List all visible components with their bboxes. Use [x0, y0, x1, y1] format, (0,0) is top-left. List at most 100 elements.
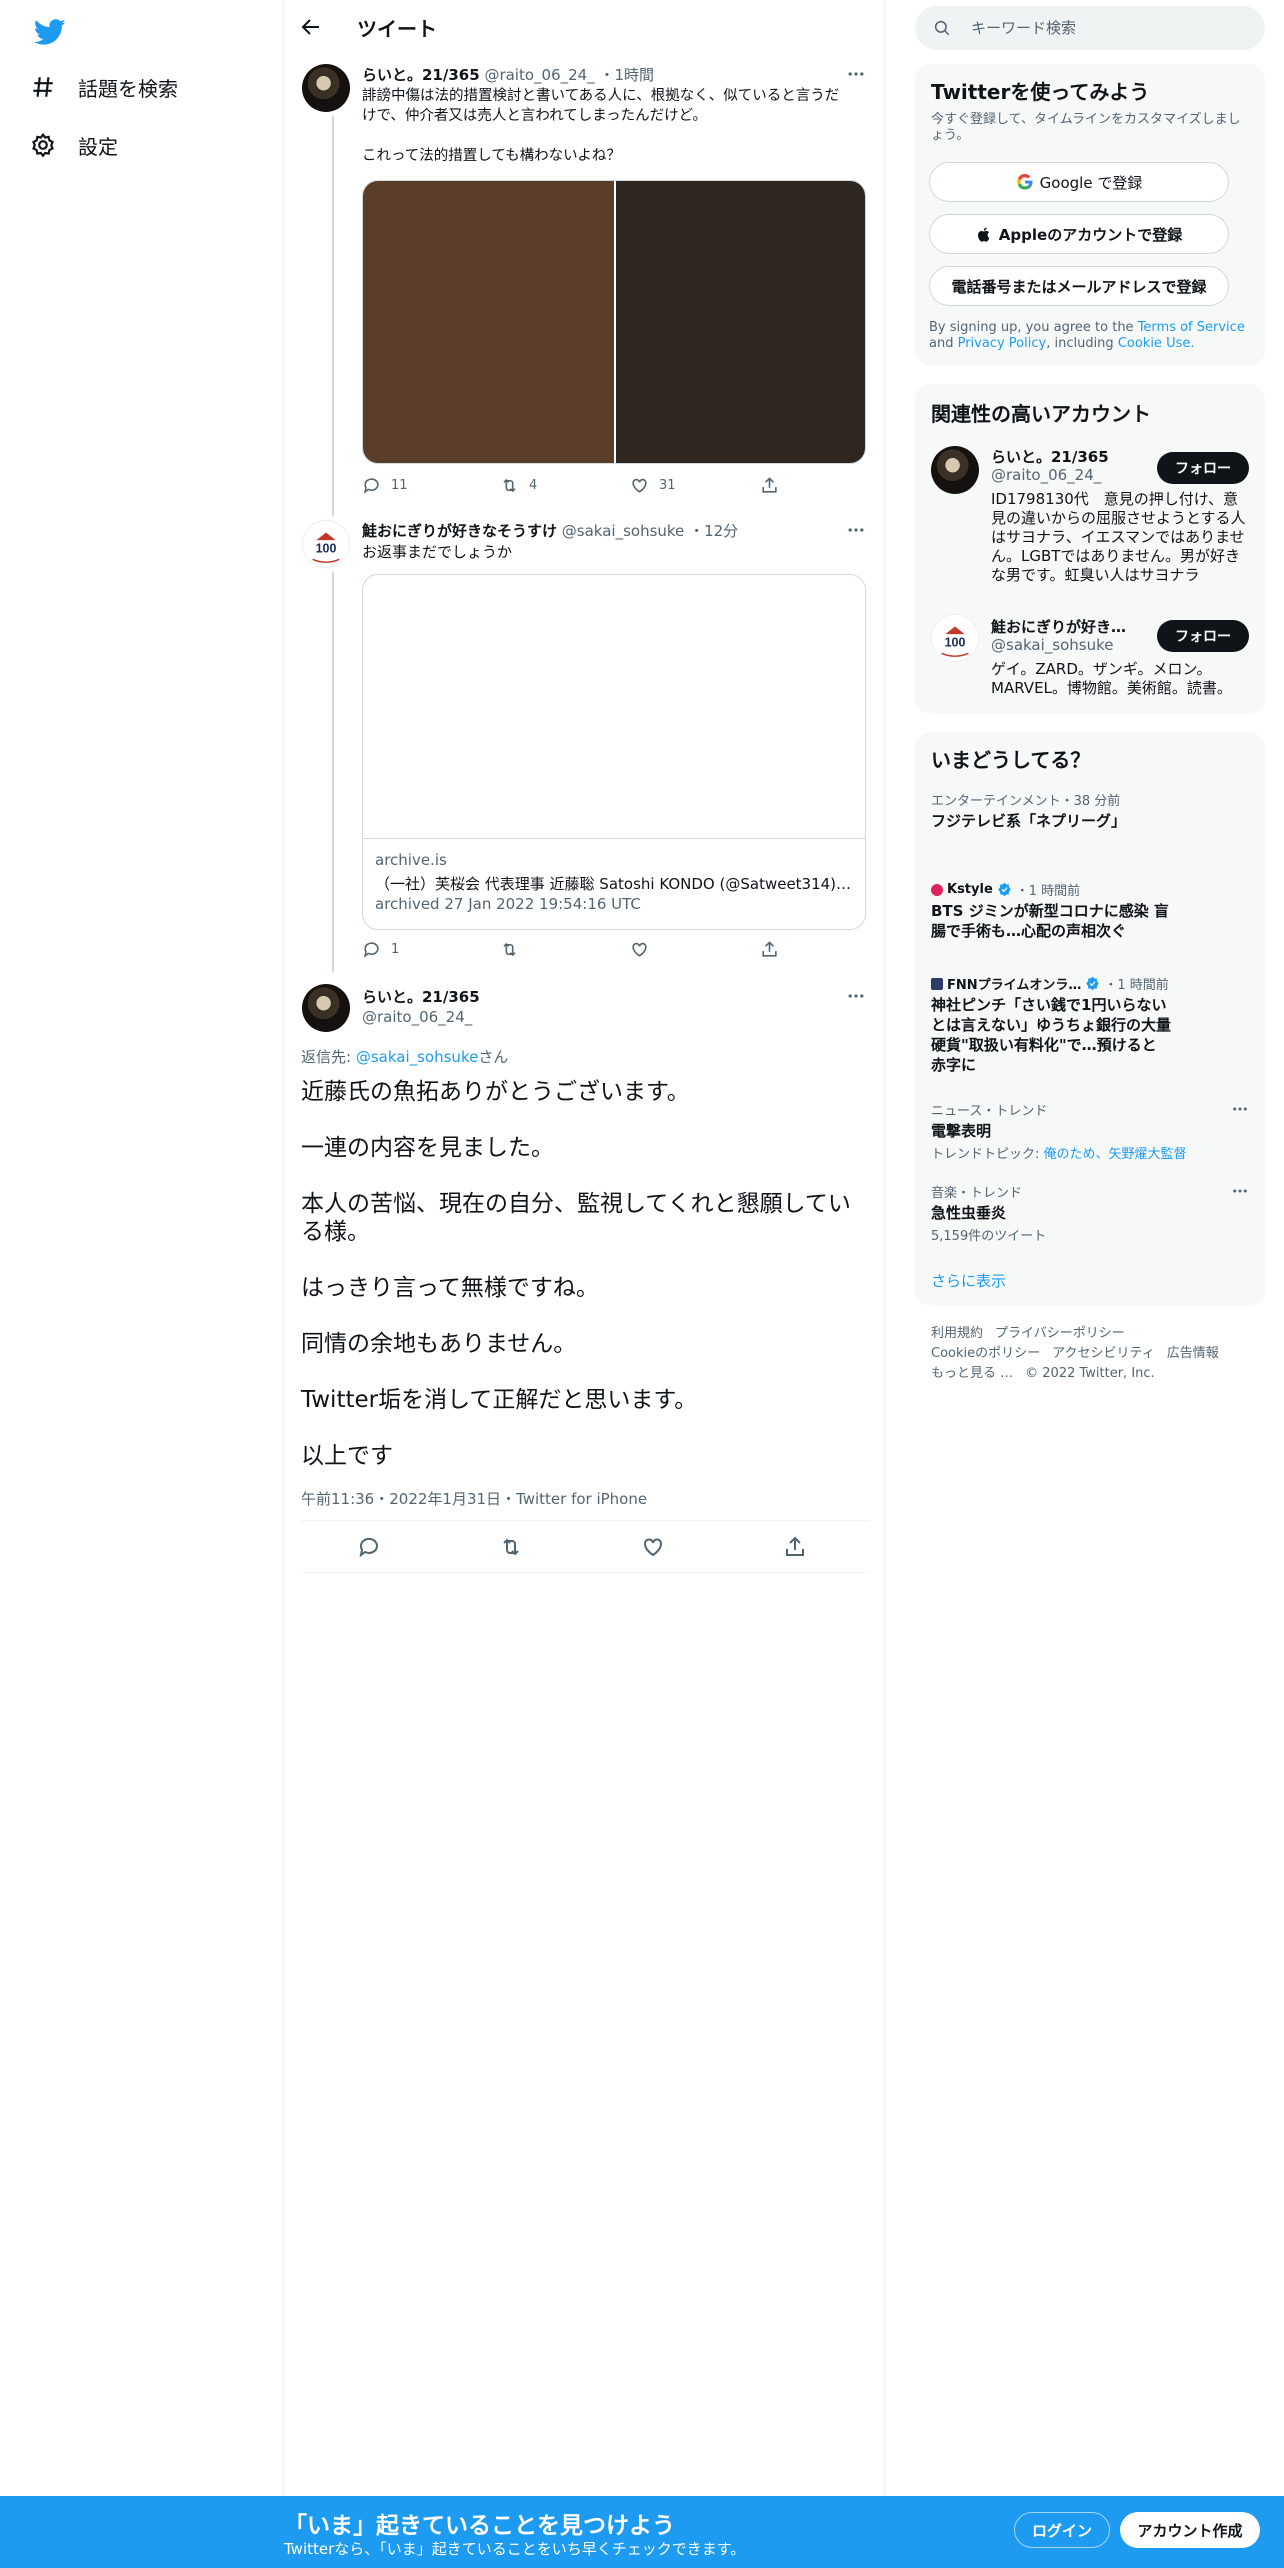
left-nav: 話題を検索 設定 — [0, 0, 284, 2568]
search-input[interactable] — [971, 6, 1251, 50]
retweet-button[interactable]: 4 — [500, 476, 537, 495]
author-name[interactable]: らいと。21/365 — [362, 66, 480, 84]
back-arrow-icon[interactable] — [299, 15, 323, 39]
phone-email-signup-button[interactable]: 電話番号またはメールアドレスで登録 — [929, 266, 1229, 306]
media-image[interactable] — [616, 181, 865, 463]
trend-item[interactable]: FNNプライムオンラ… ・1 時間前 神社ピンチ「さい銭で1円いらないとは言えな… — [931, 974, 1171, 1075]
author-handle[interactable]: @sakai_sohsuke — [562, 522, 685, 540]
login-button[interactable]: ログイン — [1014, 2512, 1110, 2548]
reply-icon — [362, 940, 381, 959]
account-handle[interactable]: @sakai_sohsuke — [991, 636, 1114, 654]
tweet-paragraph: 本人の苦悩、現在の自分、監視してくれと懇願している様。 — [301, 1191, 851, 1245]
account-bio: ゲイ。ZARD。ザンギ。メロン。MARVEL。博物館。美術館。読書。 — [991, 660, 1232, 697]
apple-signup-button[interactable]: Appleのアカウントで登録 — [929, 214, 1229, 254]
follow-button[interactable]: フォロー — [1157, 452, 1249, 484]
author-handle[interactable]: @raito_06_24_ — [362, 1008, 472, 1026]
reply-mention-link[interactable]: @sakai_sohsuke — [356, 1048, 479, 1066]
follow-button[interactable]: フォロー — [1157, 620, 1249, 652]
trend-item[interactable]: エンターテインメント・38 分前 フジテレビ系「ネプリーグ」 — [931, 790, 1249, 831]
trend-item[interactable]: Kstyle ・1 時間前 BTS ジミンが新型コロナに感染 盲腸で手術も…心配… — [931, 880, 1171, 941]
more-icon[interactable] — [846, 520, 866, 540]
footer-link[interactable]: 利用規約 — [931, 1326, 983, 1341]
terms-link[interactable]: Terms of Service — [1138, 320, 1245, 335]
signup-button[interactable]: アカウント作成 — [1120, 2512, 1260, 2548]
gear-icon — [30, 132, 56, 158]
nav-item-settings[interactable]: 設定 — [30, 121, 118, 169]
more-icon[interactable] — [846, 64, 866, 84]
author-name[interactable]: 鮭おにぎりが好きなそうすけ — [362, 522, 557, 540]
twitter-logo-icon[interactable] — [30, 12, 70, 52]
trend-title: BTS ジミンが新型コロナに感染 盲腸で手術も…心配の声相次ぐ — [931, 902, 1169, 940]
tweet-timestamp[interactable]: 午前11:36・2022年1月31日・Twitter for iPhone — [301, 1488, 647, 1509]
nav-item-explore[interactable]: 話題を検索 — [30, 63, 178, 111]
footer-link[interactable]: もっと見る … — [931, 1366, 1013, 1381]
cookie-link[interactable]: Cookie Use. — [1118, 336, 1195, 351]
tweet-text-line: これって法的措置しても構わないよね？ — [362, 148, 621, 164]
share-button[interactable] — [760, 476, 779, 495]
more-icon[interactable] — [1231, 1182, 1249, 1200]
retweet-icon[interactable] — [499, 1535, 523, 1559]
trend-source-name: FNNプライムオンラ… — [947, 978, 1082, 993]
avatar[interactable]: 100 — [931, 614, 979, 662]
google-icon — [1016, 173, 1034, 191]
tweet-media[interactable] — [362, 180, 866, 464]
tweet-header: らいと。21/365 @raito_06_24_ ・1時間 — [362, 64, 654, 85]
tweet-time[interactable]: ・1時間 — [600, 66, 655, 84]
trend-source: FNNプライムオンラ… ・1 時間前 — [931, 974, 1171, 993]
share-button[interactable] — [760, 940, 779, 959]
avatar[interactable] — [302, 64, 350, 112]
relevant-title: 関連性の高いアカウント — [931, 402, 1151, 426]
footer-link[interactable]: Cookieのポリシー — [931, 1346, 1040, 1361]
account-name[interactable]: 鮭おにぎりが好きなそうすけ — [991, 616, 1141, 637]
tweet-text: お返事まだでしょうか — [362, 543, 513, 561]
search-bar[interactable] — [915, 6, 1265, 50]
footer-link[interactable]: 広告情報 — [1167, 1346, 1219, 1361]
tweet-paragraph: 一連の内容を見ました。 — [301, 1135, 554, 1161]
reply-icon[interactable] — [357, 1535, 381, 1559]
card-title: （一社）芙桜会 代表理事 近藤聡 Satoshi KONDO (@Satweet… — [375, 875, 855, 893]
author-name[interactable]: らいと。21/365 — [362, 986, 480, 1007]
google-signup-button[interactable]: Google で登録 — [929, 162, 1229, 202]
tweet-paragraph: はっきり言って無様ですね。 — [301, 1275, 599, 1301]
trend-item[interactable]: ニュース・トレンド 電撃表明 トレンドトピック: 俺のため、矢野燿大監督 — [931, 1100, 1249, 1162]
tweet-header: 鮭おにぎりが好きなそうすけ @sakai_sohsuke ・12分 — [362, 520, 738, 541]
media-image[interactable] — [363, 181, 614, 463]
author-handle-text: @raito_06_24_ — [362, 1008, 473, 1026]
trend-source: Kstyle ・1 時間前 — [931, 880, 1171, 899]
privacy-link[interactable]: Privacy Policy — [958, 336, 1047, 351]
heart-icon[interactable] — [641, 1535, 665, 1559]
like-count: 31 — [659, 478, 676, 493]
signup-panel: Twitterを使ってみよう 今すぐ登録して、タイムラインをカスタマイズしましょ… — [915, 64, 1265, 366]
account-name[interactable]: らいと。21/365 — [991, 446, 1141, 467]
link-card[interactable]: archive.is （一社）芙桜会 代表理事 近藤聡 Satoshi KOND… — [362, 574, 866, 930]
author-name-text: らいと。21/365 — [362, 988, 480, 1006]
trend-item[interactable]: 音楽・トレンド 急性虫垂炎 5,159件のツイート — [931, 1182, 1249, 1244]
trend-topic-link[interactable]: 俺のため、矢野燿大監督 — [1044, 1147, 1187, 1162]
card-description: archived 27 Jan 2022 19:54:16 UTC — [375, 895, 641, 913]
retweet-button[interactable] — [500, 940, 519, 959]
avatar[interactable]: 100 — [302, 520, 350, 568]
tweet-text-line: 誹謗中傷は法的措置検討と書いてある人に、根拠なく、似ていると言うだ — [362, 88, 840, 104]
more-icon[interactable] — [846, 986, 866, 1006]
footer-link[interactable]: プライバシーポリシー — [995, 1326, 1125, 1341]
share-icon[interactable] — [783, 1535, 807, 1559]
avatar[interactable] — [931, 446, 979, 494]
reply-button[interactable]: 1 — [362, 940, 399, 959]
tweet-time[interactable]: ・12分 — [689, 522, 738, 540]
reply-button[interactable]: 11 — [362, 476, 408, 495]
like-button[interactable]: 31 — [630, 476, 676, 495]
copyright: © 2022 Twitter, Inc. — [1025, 1366, 1155, 1381]
trend-meta: トレンドトピック: 俺のため、矢野燿大監督 — [931, 1143, 1249, 1162]
nav-item-label: 話題を検索 — [78, 76, 178, 101]
author-handle[interactable]: @raito_06_24_ — [484, 66, 594, 84]
terms-text: , including — [1046, 336, 1118, 351]
more-icon[interactable] — [1231, 1100, 1249, 1118]
main-column: ツイート らいと。21/365 @raito_06_24_ ・1時間 誹謗中傷は… — [285, 0, 885, 2568]
show-more-link[interactable]: さらに表示 — [931, 1270, 1006, 1291]
like-button[interactable] — [630, 940, 649, 959]
account-handle[interactable]: @raito_06_24_ — [991, 466, 1101, 484]
footer-link[interactable]: アクセシビリティ — [1052, 1346, 1155, 1361]
divider — [301, 1520, 869, 1521]
hashtag-icon — [30, 74, 56, 100]
avatar[interactable] — [302, 984, 350, 1032]
